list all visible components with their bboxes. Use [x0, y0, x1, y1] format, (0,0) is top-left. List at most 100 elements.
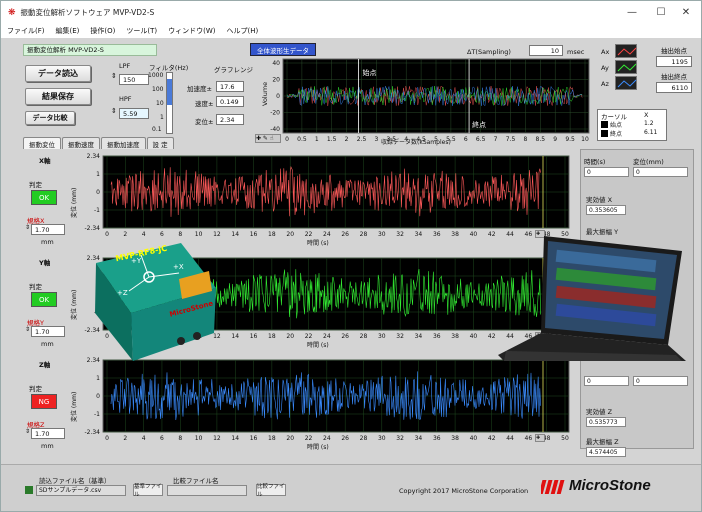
- graph-tools-icon[interactable]: ✚ ✎ ☝: [255, 134, 281, 143]
- overview-xtick: 9: [553, 136, 557, 143]
- displacement-label: 変位(mm): [633, 158, 664, 166]
- menu-bar: ファイル(F) 編集(E) 操作(O) ツール(T) ウィンドウ(W) ヘルプ(…: [1, 24, 701, 38]
- cursor-end-name: 終点: [610, 131, 623, 138]
- device-axis-y: +Y: [131, 257, 142, 265]
- judge-indicator: OK: [31, 292, 57, 307]
- accel-range-input[interactable]: 17.6: [216, 81, 244, 92]
- channel-xtick: 32: [396, 231, 404, 238]
- plot-tools-icon[interactable]: ✚: [535, 434, 545, 442]
- close-button[interactable]: ✕: [666, 1, 701, 24]
- filter-slider[interactable]: [166, 72, 173, 134]
- channel-xtick: 38: [451, 231, 459, 238]
- limit-input[interactable]: 1.70: [31, 428, 65, 439]
- channel-ytick: 2.34: [87, 153, 101, 160]
- end-point-label: 抽出終点: [661, 73, 687, 81]
- limit-input[interactable]: 1.70: [31, 224, 65, 235]
- tab-displacement[interactable]: 振動変位: [23, 137, 61, 149]
- cursor-start-name: 始点: [610, 122, 623, 129]
- channel-ytick: -2.34: [84, 225, 100, 232]
- channel-xtick: 28: [360, 231, 368, 238]
- compare-file-field[interactable]: [167, 485, 247, 496]
- axis-title: Z軸: [39, 361, 51, 369]
- overview-xtick: 8: [523, 136, 527, 143]
- filter-tick: 0.1: [152, 126, 162, 133]
- channel-xtick: 14: [231, 435, 239, 442]
- channel-xtick: 18: [268, 231, 276, 238]
- raw-waveform-button[interactable]: 全体波形生データ: [250, 43, 316, 56]
- channel-ylabel: 変位 (mm): [71, 187, 78, 218]
- menu-operate[interactable]: 操作(O): [90, 26, 115, 36]
- menu-edit[interactable]: 編集(E): [56, 26, 80, 36]
- channel-xtick: 50: [561, 435, 569, 442]
- copyright-text: Copyright 2017 MicroStone Corporation: [399, 487, 529, 495]
- menu-help[interactable]: ヘルプ(H): [227, 26, 259, 36]
- channel-xtick: 36: [433, 333, 441, 340]
- legend-ay-swatch: [615, 60, 637, 74]
- lpf-input[interactable]: 150: [119, 74, 149, 85]
- menu-file[interactable]: ファイル(F): [7, 26, 45, 36]
- app-label: 振動変位解析 MVP-VD2-S: [23, 44, 157, 56]
- overview-xtick: 7.5: [506, 136, 516, 143]
- channel-xtick: 34: [415, 231, 423, 238]
- limit-input[interactable]: 1.70: [31, 326, 65, 337]
- tab-acceleration[interactable]: 振動加速度: [101, 137, 146, 149]
- overview-ytick: 20: [272, 77, 280, 84]
- overview-xtick: 2.5: [357, 136, 367, 143]
- hpf-stepper-icon[interactable]: ⇕: [111, 107, 117, 115]
- channel-ytick: -1: [94, 207, 100, 214]
- tab-velocity[interactable]: 振動速度: [62, 137, 100, 149]
- channel-xtick: 40: [470, 333, 478, 340]
- menu-tools[interactable]: ツール(T): [126, 26, 157, 36]
- menu-window[interactable]: ウィンドウ(W): [168, 26, 215, 36]
- lpf-stepper-icon[interactable]: ⇕: [111, 72, 117, 80]
- limit-stepper-icon[interactable]: ⇕: [25, 326, 30, 333]
- overview-xtick: 0: [285, 136, 289, 143]
- overview-xtick: 2: [345, 136, 349, 143]
- file-name-field[interactable]: SDサンプルデータ.csv: [36, 485, 126, 496]
- channel-ytick: -1: [94, 411, 100, 418]
- load-data-button[interactable]: データ読込: [25, 65, 91, 82]
- title-bar: ❋ 振動変位解析ソフトウェア MVP-VD2-S — ☐ ✕: [1, 1, 701, 24]
- vel-range-label: 速度±: [195, 100, 214, 108]
- csv-file-icon: [25, 486, 33, 494]
- channel-xtick: 30: [378, 435, 386, 442]
- start-point-label: 抽出始点: [661, 47, 687, 55]
- overview-xtick: 6.5: [476, 136, 486, 143]
- end-point-value[interactable]: 6110: [656, 82, 692, 93]
- start-point-value[interactable]: 1195: [656, 56, 692, 67]
- limit-stepper-icon[interactable]: ⇕: [25, 224, 30, 231]
- channel-xtick: 30: [378, 231, 386, 238]
- max-z-label: 最大振幅 Z: [586, 438, 619, 446]
- reference-file-button[interactable]: 基準ファイル: [133, 484, 163, 498]
- compare-file-label: 比較ファイル名: [173, 477, 219, 485]
- limit-unit: mm: [41, 238, 54, 246]
- vel-range-input[interactable]: 0.149: [216, 96, 244, 107]
- sampling-input[interactable]: 10: [529, 45, 563, 56]
- channel-xtick: 36: [433, 435, 441, 442]
- channel-xtick: 6: [160, 435, 164, 442]
- hpf-input[interactable]: 5.59: [119, 108, 149, 119]
- disp-range-input[interactable]: 2.34: [216, 114, 244, 125]
- channel-xtick: 20: [286, 231, 294, 238]
- channel-plot[interactable]: 2.3410-1-2.34024681012141618202224262830…: [79, 356, 577, 454]
- channel-xtick: 16: [250, 333, 258, 340]
- z-time-value: 0: [584, 376, 629, 386]
- channel-xtick: 32: [396, 435, 404, 442]
- cursor-start-swatch: [601, 121, 608, 128]
- time-value: 0: [584, 167, 629, 177]
- compare-data-button[interactable]: データ比較: [25, 111, 75, 125]
- channel-xtick: 22: [305, 435, 313, 442]
- save-results-button[interactable]: 結果保存: [25, 88, 91, 105]
- channel-xtick: 14: [231, 231, 239, 238]
- channel-xtick: 24: [323, 333, 331, 340]
- judge-label: 判定: [29, 385, 42, 393]
- time-label: 時間(s): [584, 158, 606, 166]
- channel-xtick: 28: [360, 435, 368, 442]
- tab-settings[interactable]: 設 定: [146, 137, 174, 149]
- limit-stepper-icon[interactable]: ⇕: [25, 428, 30, 435]
- rms-z-label: 実効値 Z: [586, 408, 613, 416]
- compare-file-button[interactable]: 比較ファイル: [256, 484, 286, 498]
- cursor-start-x: 1.2: [644, 120, 654, 127]
- footer-bar: 読込ファイル名（基準） SDサンプルデータ.csv 基準ファイル 比較ファイル名…: [1, 464, 701, 511]
- graph-range-title: グラフレンジ: [214, 66, 253, 74]
